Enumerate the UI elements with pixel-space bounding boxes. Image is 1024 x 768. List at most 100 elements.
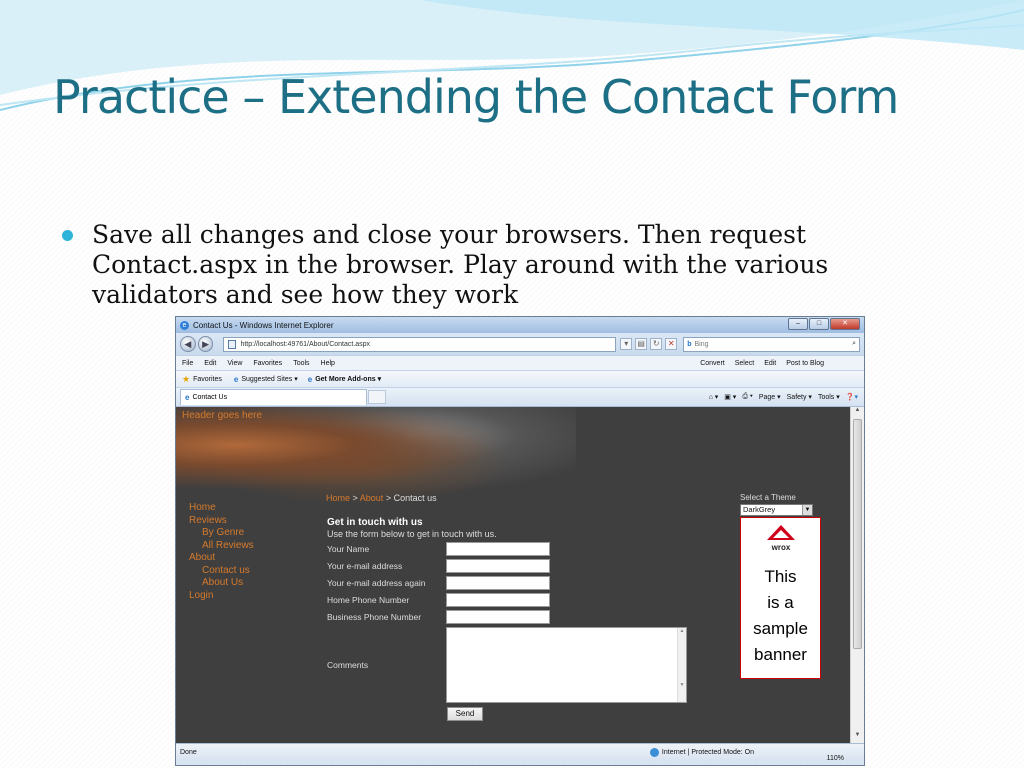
- header-text: Header goes here: [182, 410, 263, 421]
- address-tools: ▾ ▤ ↻ ✕: [620, 338, 678, 350]
- menu-file[interactable]: File: [182, 360, 193, 367]
- compatibility-icon[interactable]: ▤: [635, 338, 648, 350]
- page-content: Header goes here Home Reviews By Genre A…: [176, 407, 864, 743]
- banner-line: This: [764, 567, 797, 586]
- comments-label: Comments: [327, 660, 369, 670]
- menu-edit[interactable]: Edit: [204, 360, 216, 367]
- browser-window: e Contact Us - Windows Internet Explorer…: [175, 316, 865, 766]
- business-phone-input[interactable]: [446, 610, 550, 624]
- bullet-dot-icon: [62, 230, 73, 241]
- bullet-item: Save all changes and close your browsers…: [62, 220, 962, 310]
- search-input[interactable]: b Bing ⌕: [683, 336, 860, 352]
- tab-contact-us[interactable]: e Contact Us: [180, 389, 367, 405]
- ie-tab-icon: e: [185, 393, 190, 402]
- email-input[interactable]: [446, 559, 550, 573]
- email-again-input[interactable]: [446, 576, 550, 590]
- stop-icon[interactable]: ✕: [665, 338, 678, 350]
- menu-link-about-us[interactable]: About Us: [189, 577, 254, 590]
- browser-titlebar: e Contact Us - Windows Internet Explorer…: [176, 317, 864, 333]
- form-intro: Use the form below to get in touch with …: [327, 529, 497, 539]
- breadcrumb: Home > About > Contact us: [326, 493, 437, 503]
- theme-label: Select a Theme: [740, 493, 796, 502]
- new-tab-button[interactable]: [368, 390, 386, 404]
- menu-link-home[interactable]: Home: [189, 502, 254, 515]
- back-button[interactable]: ◀: [180, 336, 196, 352]
- zoom-level[interactable]: 110%: [827, 755, 844, 762]
- menu-link-contact-us[interactable]: Contact us: [189, 565, 254, 578]
- slide-title: Practice – Extending the Contact Form: [53, 70, 899, 124]
- search-icon[interactable]: ⌕: [852, 340, 856, 348]
- home-phone-input[interactable]: [446, 593, 550, 607]
- form-heading: Get in touch with us: [327, 517, 423, 528]
- header-image: [176, 407, 576, 502]
- breadcrumb-about[interactable]: About: [360, 493, 384, 503]
- blog-edit-button[interactable]: Edit: [764, 360, 776, 367]
- window-controls: – □ ✕: [788, 318, 860, 330]
- menu-link-login[interactable]: Login: [189, 590, 254, 603]
- theme-select[interactable]: DarkGrey ▼: [740, 504, 813, 516]
- email-again-label: Your e-mail address again: [327, 578, 426, 588]
- menu-favorites[interactable]: Favorites: [253, 360, 282, 367]
- ie-page-icon: e: [233, 374, 239, 384]
- zone-text: Internet | Protected Mode: On: [661, 749, 754, 756]
- safety-menu[interactable]: Safety ▾: [787, 393, 812, 401]
- banner-line: sample: [753, 619, 808, 638]
- home-icon[interactable]: ⌂ ▾: [709, 393, 719, 401]
- menu-link-by-genre[interactable]: By Genre: [189, 527, 254, 540]
- business-phone-label: Business Phone Number: [327, 612, 422, 622]
- sample-banner[interactable]: wrox This is a sample banner: [740, 517, 821, 679]
- tab-title: Contact Us: [192, 394, 228, 401]
- print-icon[interactable]: ⎙ ▾: [742, 393, 753, 401]
- menu-link-reviews[interactable]: Reviews: [189, 515, 254, 528]
- page-scrollbar[interactable]: ▲ ▼: [850, 407, 864, 743]
- menu-help[interactable]: Help: [321, 360, 335, 367]
- feeds-icon[interactable]: ▣ ▾: [724, 393, 736, 401]
- svg-text:wrox: wrox: [770, 543, 790, 552]
- scroll-up-icon[interactable]: ▲: [851, 407, 864, 418]
- name-label: Your Name: [327, 544, 370, 554]
- suggested-sites-link[interactable]: Suggested Sites ▾: [241, 375, 297, 383]
- menu-view[interactable]: View: [227, 360, 242, 367]
- scroll-down-icon[interactable]: ▼: [851, 732, 864, 743]
- breadcrumb-home[interactable]: Home: [326, 493, 350, 503]
- minimize-button[interactable]: –: [788, 318, 808, 330]
- send-button[interactable]: Send: [447, 707, 483, 721]
- forward-button[interactable]: ▶: [197, 336, 214, 352]
- comments-textarea[interactable]: ▲ ▼: [446, 627, 687, 703]
- addon-toolbar: Convert Select Edit Post to Blog: [700, 360, 864, 367]
- ie-logo-icon: e: [180, 320, 189, 330]
- add-ons-link[interactable]: Get More Add-ons ▾: [315, 375, 381, 383]
- textarea-scrollbar[interactable]: ▲ ▼: [677, 628, 686, 702]
- favorites-button[interactable]: Favorites: [193, 376, 222, 383]
- name-input[interactable]: [446, 542, 550, 556]
- status-text: Done: [180, 749, 197, 756]
- globe-icon: [649, 748, 659, 757]
- command-bar: ⌂ ▾ ▣ ▾ ⎙ ▾ Page ▾ Safety ▾ Tools ▾ ❓▾: [709, 393, 864, 401]
- menu-tools[interactable]: Tools: [293, 360, 309, 367]
- wrox-logo-icon: wrox: [766, 525, 795, 552]
- menu-link-about[interactable]: About: [189, 552, 254, 565]
- tab-bar: e Contact Us ⌂ ▾ ▣ ▾ ⎙ ▾ Page ▾ Safety ▾…: [176, 387, 864, 407]
- page-menu[interactable]: Page ▾: [759, 393, 781, 401]
- address-row: ◀ ▶ http://localhost:49761/About/Contact…: [176, 333, 864, 355]
- dropdown-arrow-icon[interactable]: ▾: [620, 338, 633, 350]
- menu-link-all-reviews[interactable]: All Reviews: [189, 540, 254, 553]
- home-phone-label: Home Phone Number: [327, 595, 410, 605]
- close-button[interactable]: ✕: [830, 318, 860, 330]
- convert-button[interactable]: Convert: [700, 360, 725, 367]
- ie-page-icon: e: [307, 374, 313, 384]
- tools-menu[interactable]: Tools ▾: [818, 393, 840, 401]
- banner-line: is a: [767, 593, 794, 612]
- bullet-text: Save all changes and close your browsers…: [92, 220, 829, 309]
- post-to-blog-button[interactable]: Post to Blog: [786, 360, 824, 367]
- security-zone[interactable]: Internet | Protected Mode: On: [649, 748, 754, 757]
- status-bar: Done Internet | Protected Mode: On 110%: [176, 743, 864, 762]
- email-label: Your e-mail address: [327, 561, 403, 571]
- select-button[interactable]: Select: [735, 360, 754, 367]
- help-icon[interactable]: ❓▾: [846, 393, 858, 401]
- refresh-icon[interactable]: ↻: [650, 338, 663, 350]
- address-bar[interactable]: http://localhost:49761/About/Contact.asp…: [223, 336, 617, 352]
- scroll-thumb[interactable]: [853, 419, 862, 649]
- maximize-button[interactable]: □: [809, 318, 829, 330]
- theme-selected-value: DarkGrey: [743, 505, 776, 514]
